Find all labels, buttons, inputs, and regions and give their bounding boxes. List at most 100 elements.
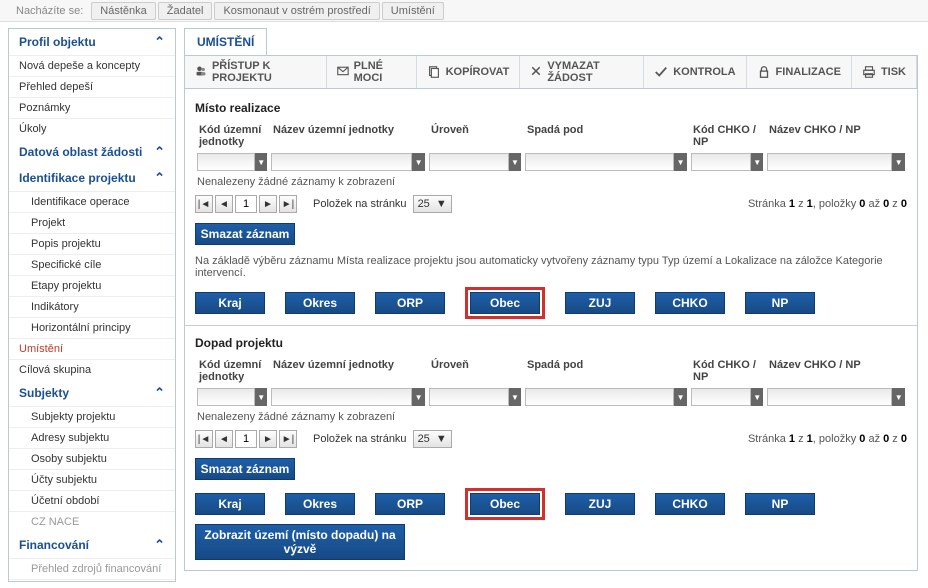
- sidebar-item[interactable]: Projekt: [9, 212, 175, 233]
- zuj-button[interactable]: ZUJ: [565, 493, 635, 515]
- sidebar-item[interactable]: Úkoly: [9, 118, 175, 139]
- sidebar-item[interactable]: Přehled depeší: [9, 76, 175, 97]
- np-button[interactable]: NP: [745, 292, 815, 314]
- sidebar-item[interactable]: Cílová skupina: [9, 359, 175, 380]
- toolbar-plnemoci[interactable]: PLNÉ MOCI: [327, 56, 417, 88]
- filter-dropdown-icon[interactable]: ▼: [751, 153, 763, 171]
- column-header[interactable]: Název CHKO / NP: [765, 356, 907, 386]
- sidebar-item[interactable]: Adresy subjektu: [9, 427, 175, 448]
- chko-button[interactable]: CHKO: [655, 292, 725, 314]
- sidebar-item[interactable]: Specifické cíle: [9, 254, 175, 275]
- sidebar-group-profil-objektu[interactable]: Profil objektu ⌃: [9, 29, 175, 55]
- toolbar-finalizace[interactable]: FINALIZACE: [747, 56, 852, 88]
- column-header[interactable]: Název územní jednotky: [269, 356, 427, 386]
- column-header[interactable]: Kód územní jednotky: [195, 121, 269, 151]
- pager-page-input[interactable]: [235, 195, 257, 213]
- column-header[interactable]: Spadá pod: [523, 121, 689, 151]
- sidebar-item[interactable]: Popis projektu: [9, 233, 175, 254]
- toolbar-vymazat[interactable]: VYMAZAT ŽÁDOST: [520, 56, 644, 88]
- breadcrumb-item[interactable]: Žadatel: [158, 2, 213, 20]
- toolbar-kontrola[interactable]: KONTROLA: [644, 56, 746, 88]
- column-header[interactable]: Kód CHKO / NP: [689, 121, 765, 151]
- column-header[interactable]: Spadá pod: [523, 356, 689, 386]
- sidebar-item[interactable]: Subjekty projektu: [9, 406, 175, 427]
- sidebar-item[interactable]: Etapy projektu: [9, 275, 175, 296]
- filter-dropdown-icon[interactable]: ▼: [255, 388, 267, 406]
- obec-button[interactable]: Obec: [470, 493, 540, 515]
- filter-input[interactable]: [691, 153, 751, 171]
- np-button[interactable]: NP: [745, 493, 815, 515]
- toolbar-tisk[interactable]: TISK: [852, 56, 917, 88]
- pager-last-button[interactable]: ►|: [279, 195, 297, 213]
- sidebar-item[interactable]: Účty subjektu: [9, 469, 175, 490]
- sidebar-item[interactable]: Přehled zdrojů financování: [9, 558, 175, 579]
- filter-dropdown-icon[interactable]: ▼: [674, 153, 687, 171]
- sidebar-group-identifikace[interactable]: Identifikace projektu ⌃: [9, 165, 175, 191]
- toolbar-pristup[interactable]: PŘÍSTUP K PROJEKTU: [185, 56, 327, 88]
- pager-prev-button[interactable]: ◄: [215, 195, 233, 213]
- pager-first-button[interactable]: |◄: [195, 430, 213, 448]
- tab-umisteni[interactable]: UMÍSTĚNÍ: [184, 28, 267, 55]
- filter-dropdown-icon[interactable]: ▼: [255, 153, 267, 171]
- per-page-select[interactable]: 25▼: [413, 430, 452, 448]
- pager-page-input[interactable]: [235, 430, 257, 448]
- filter-input[interactable]: [197, 153, 255, 171]
- filter-input[interactable]: [271, 388, 412, 406]
- filter-input[interactable]: [525, 153, 674, 171]
- kraj-button[interactable]: Kraj: [195, 292, 265, 314]
- filter-dropdown-icon[interactable]: ▼: [509, 153, 521, 171]
- sidebar-item[interactable]: Identifikace operace: [9, 191, 175, 212]
- breadcrumb-item[interactable]: Umístění: [382, 2, 444, 20]
- sidebar-item[interactable]: Poznámky: [9, 97, 175, 118]
- sidebar-item[interactable]: Indikátory: [9, 296, 175, 317]
- delete-record-button[interactable]: Smazat záznam: [195, 223, 295, 245]
- sidebar-group-datova-oblast[interactable]: Datová oblast žádosti ⌃: [9, 139, 175, 165]
- sidebar-item[interactable]: Finanční plán: [9, 579, 175, 582]
- sidebar-item[interactable]: Nová depeše a koncepty: [9, 55, 175, 76]
- orp-button[interactable]: ORP: [375, 493, 445, 515]
- column-header[interactable]: Kód územní jednotky: [195, 356, 269, 386]
- filter-input[interactable]: [429, 153, 509, 171]
- toolbar-kopirovat[interactable]: KOPÍROVAT: [417, 56, 521, 88]
- pager-prev-button[interactable]: ◄: [215, 430, 233, 448]
- show-territory-button[interactable]: Zobrazit území (místo dopadu) na výzvě: [195, 524, 405, 560]
- orp-button[interactable]: ORP: [375, 292, 445, 314]
- pager-next-button[interactable]: ►: [259, 195, 277, 213]
- filter-input[interactable]: [691, 388, 751, 406]
- pager-last-button[interactable]: ►|: [279, 430, 297, 448]
- per-page-select[interactable]: 25▼: [413, 195, 452, 213]
- filter-input[interactable]: [429, 388, 509, 406]
- filter-dropdown-icon[interactable]: ▼: [892, 153, 905, 171]
- column-header[interactable]: Název CHKO / NP: [765, 121, 907, 151]
- okres-button[interactable]: Okres: [285, 493, 355, 515]
- filter-dropdown-icon[interactable]: ▼: [412, 388, 425, 406]
- column-header[interactable]: Úroveň: [427, 121, 523, 151]
- filter-dropdown-icon[interactable]: ▼: [674, 388, 687, 406]
- filter-input[interactable]: [767, 388, 892, 406]
- column-header[interactable]: Úroveň: [427, 356, 523, 386]
- breadcrumb-item[interactable]: Kosmonaut v ostrém prostředí: [214, 2, 379, 20]
- filter-dropdown-icon[interactable]: ▼: [509, 388, 521, 406]
- sidebar-item[interactable]: Osoby subjektu: [9, 448, 175, 469]
- filter-dropdown-icon[interactable]: ▼: [892, 388, 905, 406]
- filter-input[interactable]: [767, 153, 892, 171]
- sidebar-item[interactable]: CZ NACE: [9, 511, 175, 532]
- filter-dropdown-icon[interactable]: ▼: [751, 388, 763, 406]
- column-header[interactable]: Název územní jednotky: [269, 121, 427, 151]
- filter-input[interactable]: [271, 153, 412, 171]
- chko-button[interactable]: CHKO: [655, 493, 725, 515]
- okres-button[interactable]: Okres: [285, 292, 355, 314]
- delete-record-button[interactable]: Smazat záznam: [195, 458, 295, 480]
- sidebar-item[interactable]: Účetní období: [9, 490, 175, 511]
- sidebar-item[interactable]: Horizontální principy: [9, 317, 175, 338]
- pager-first-button[interactable]: |◄: [195, 195, 213, 213]
- sidebar-group-subjekty[interactable]: Subjekty ⌃: [9, 380, 175, 406]
- obec-button[interactable]: Obec: [470, 292, 540, 314]
- filter-input[interactable]: [197, 388, 255, 406]
- filter-input[interactable]: [525, 388, 674, 406]
- pager-next-button[interactable]: ►: [259, 430, 277, 448]
- filter-dropdown-icon[interactable]: ▼: [412, 153, 425, 171]
- column-header[interactable]: Kód CHKO / NP: [689, 356, 765, 386]
- kraj-button[interactable]: Kraj: [195, 493, 265, 515]
- breadcrumb-item[interactable]: Nástěnka: [91, 2, 155, 20]
